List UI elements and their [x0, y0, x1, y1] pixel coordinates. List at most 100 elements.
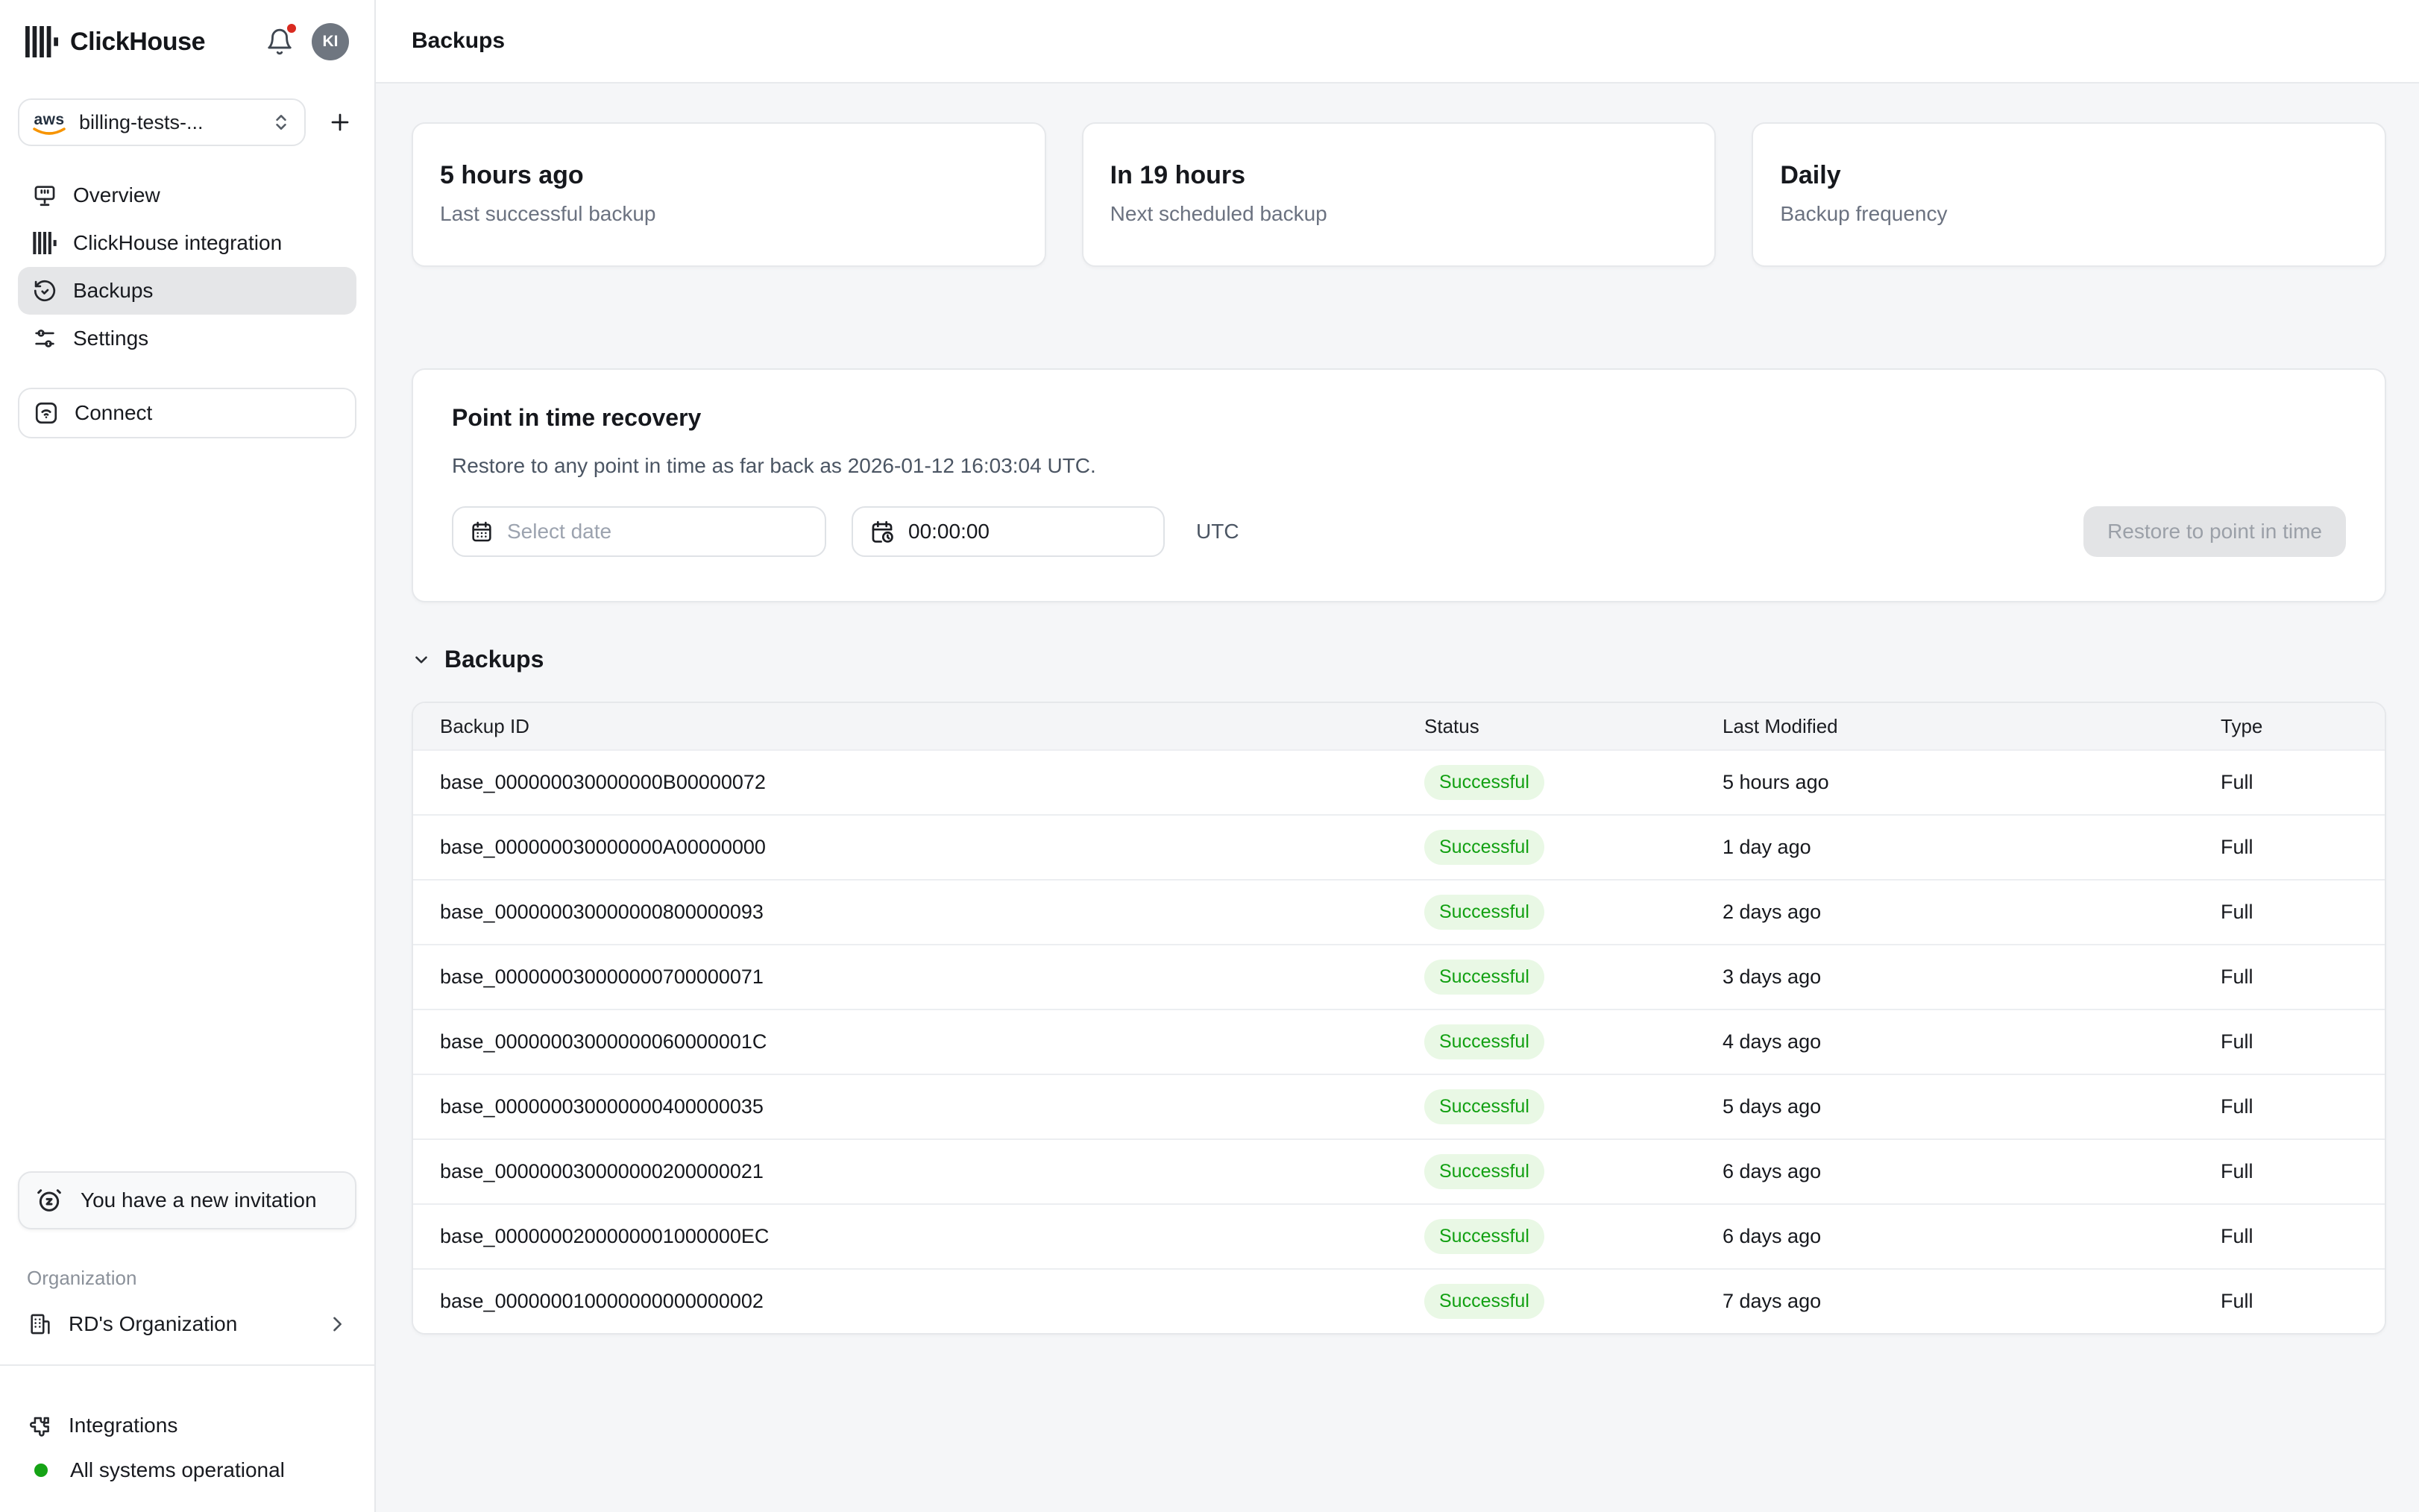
status-cell: Successful	[1424, 895, 1723, 930]
sidebar: ClickHouse KI aws billing-tests-...	[0, 0, 376, 1512]
overview-icon	[31, 183, 58, 208]
type-cell: Full	[2221, 1290, 2385, 1313]
type-cell: Full	[2221, 1030, 2385, 1053]
status-badge: Successful	[1424, 960, 1544, 995]
pitr-description: Restore to any point in time as far back…	[452, 454, 2346, 478]
clickhouse-logo-icon	[25, 26, 58, 57]
table-row[interactable]: base_000000030000000400000035Successful5…	[413, 1074, 2385, 1138]
service-selector[interactable]: aws billing-tests-...	[18, 98, 306, 146]
main-area: Backups 5 hours ago Last successful back…	[376, 0, 2419, 1512]
app-window: ClickHouse KI aws billing-tests-...	[0, 0, 2419, 1512]
integrations-label: Integrations	[69, 1414, 177, 1437]
add-service-button[interactable]	[324, 106, 356, 139]
building-icon	[27, 1311, 54, 1337]
card-subtitle: Backup frequency	[1780, 202, 2358, 226]
pitr-title: Point in time recovery	[452, 404, 2346, 432]
table-row[interactable]: base_000000030000000700000071Successful3…	[413, 944, 2385, 1009]
calendar-clock-icon	[869, 519, 895, 544]
service-selector-row: aws billing-tests-...	[18, 98, 356, 146]
sidebar-item-settings[interactable]: Settings	[18, 315, 356, 362]
table-row[interactable]: base_000000030000000A00000000Successful1…	[413, 814, 2385, 879]
last-modified-cell: 7 days ago	[1723, 1290, 2221, 1313]
table-row[interactable]: base_000000030000000B00000072Successful5…	[413, 749, 2385, 814]
type-cell: Full	[2221, 966, 2385, 989]
card-subtitle: Last successful backup	[440, 202, 1018, 226]
type-cell: Full	[2221, 1095, 2385, 1118]
aws-logo-icon: aws	[33, 112, 66, 136]
last-modified-cell: 4 days ago	[1723, 1030, 2221, 1053]
backups-table: Backup ID Status Last Modified Type base…	[412, 702, 2386, 1335]
card-title: 5 hours ago	[440, 161, 1018, 190]
column-header-type: Type	[2221, 715, 2385, 738]
page-title: Backups	[412, 28, 505, 54]
status-cell: Successful	[1424, 960, 1723, 995]
chevron-down-icon	[412, 650, 431, 670]
sidebar-item-backups[interactable]: Backups	[18, 267, 356, 315]
backup-frequency-card: Daily Backup frequency	[1752, 122, 2386, 267]
time-input[interactable]	[908, 520, 1147, 544]
system-status-link[interactable]: All systems operational	[18, 1448, 356, 1493]
last-modified-cell: 3 days ago	[1723, 966, 2221, 989]
backup-id-cell: base_0000000200000001000000EC	[413, 1225, 1424, 1248]
status-badge: Successful	[1424, 1024, 1544, 1059]
status-badge: Successful	[1424, 1089, 1544, 1124]
last-modified-cell: 6 days ago	[1723, 1225, 2221, 1248]
invitation-text: You have a new invitation	[81, 1185, 317, 1216]
notifications-bell-button[interactable]	[265, 28, 294, 56]
last-modified-cell: 6 days ago	[1723, 1160, 2221, 1183]
date-picker-field[interactable]	[452, 506, 826, 557]
status-cell: Successful	[1424, 1154, 1723, 1189]
status-badge: Successful	[1424, 895, 1544, 930]
alarm-clock-icon	[34, 1185, 64, 1215]
last-modified-cell: 5 days ago	[1723, 1095, 2221, 1118]
connect-button[interactable]: Connect	[18, 388, 356, 438]
sidebar-item-integrations[interactable]: Integrations	[18, 1403, 356, 1448]
pitr-controls: UTC Restore to point in time	[452, 506, 2346, 557]
card-subtitle: Next scheduled backup	[1110, 202, 1688, 226]
status-cell: Successful	[1424, 765, 1723, 800]
column-header-backup-id: Backup ID	[413, 715, 1424, 738]
last-modified-cell: 5 hours ago	[1723, 771, 2221, 794]
organization-switcher[interactable]: RD's Organization	[18, 1300, 356, 1348]
column-header-last-modified: Last Modified	[1723, 715, 2221, 738]
status-dot	[34, 1464, 48, 1477]
sidebar-divider	[0, 1364, 374, 1366]
backup-id-cell: base_000000030000000200000021	[413, 1160, 1424, 1183]
type-cell: Full	[2221, 1225, 2385, 1248]
column-header-status: Status	[1424, 715, 1723, 738]
connect-label: Connect	[75, 401, 152, 425]
next-backup-card: In 19 hours Next scheduled backup	[1082, 122, 1717, 267]
status-cell: Successful	[1424, 1089, 1723, 1124]
point-in-time-recovery-card: Point in time recovery Restore to any po…	[412, 368, 2386, 602]
table-row[interactable]: base_000000010000000000000002Successful7…	[413, 1268, 2385, 1333]
sidebar-nav: Overview ClickHouse integration Backups	[18, 171, 356, 362]
sidebar-item-label: Backups	[73, 279, 153, 303]
sidebar-item-overview[interactable]: Overview	[18, 171, 356, 219]
status-badge: Successful	[1424, 765, 1544, 800]
date-input[interactable]	[507, 520, 808, 544]
avatar[interactable]: KI	[312, 23, 349, 60]
restore-button[interactable]: Restore to point in time	[2083, 506, 2346, 557]
time-picker-field[interactable]	[852, 506, 1165, 557]
page-header: Backups	[376, 0, 2419, 84]
table-row[interactable]: base_00000003000000060000001CSuccessful4…	[413, 1009, 2385, 1074]
backups-section-header[interactable]: Backups	[412, 646, 2386, 673]
unread-notification-dot	[285, 22, 298, 35]
invitation-banner[interactable]: You have a new invitation	[18, 1171, 356, 1229]
chevrons-up-down-icon	[271, 113, 291, 132]
last-backup-card: 5 hours ago Last successful backup	[412, 122, 1046, 267]
status-badge: Successful	[1424, 1284, 1544, 1319]
table-row[interactable]: base_0000000200000001000000ECSuccessful6…	[413, 1203, 2385, 1268]
status-cell: Successful	[1424, 1284, 1723, 1319]
organization-name: RD's Organization	[69, 1312, 237, 1336]
type-cell: Full	[2221, 836, 2385, 859]
sidebar-item-clickhouse-integration[interactable]: ClickHouse integration	[18, 219, 356, 267]
status-cell: Successful	[1424, 830, 1723, 865]
status-cell: Successful	[1424, 1024, 1723, 1059]
status-badge: Successful	[1424, 1154, 1544, 1189]
status-cell: Successful	[1424, 1219, 1723, 1254]
backup-id-cell: base_000000030000000A00000000	[413, 836, 1424, 859]
timezone-label: UTC	[1196, 520, 1239, 544]
table-row[interactable]: base_000000030000000200000021Successful 6…	[413, 1138, 2385, 1203]
table-row[interactable]: base_000000030000000800000093Successful2…	[413, 879, 2385, 944]
